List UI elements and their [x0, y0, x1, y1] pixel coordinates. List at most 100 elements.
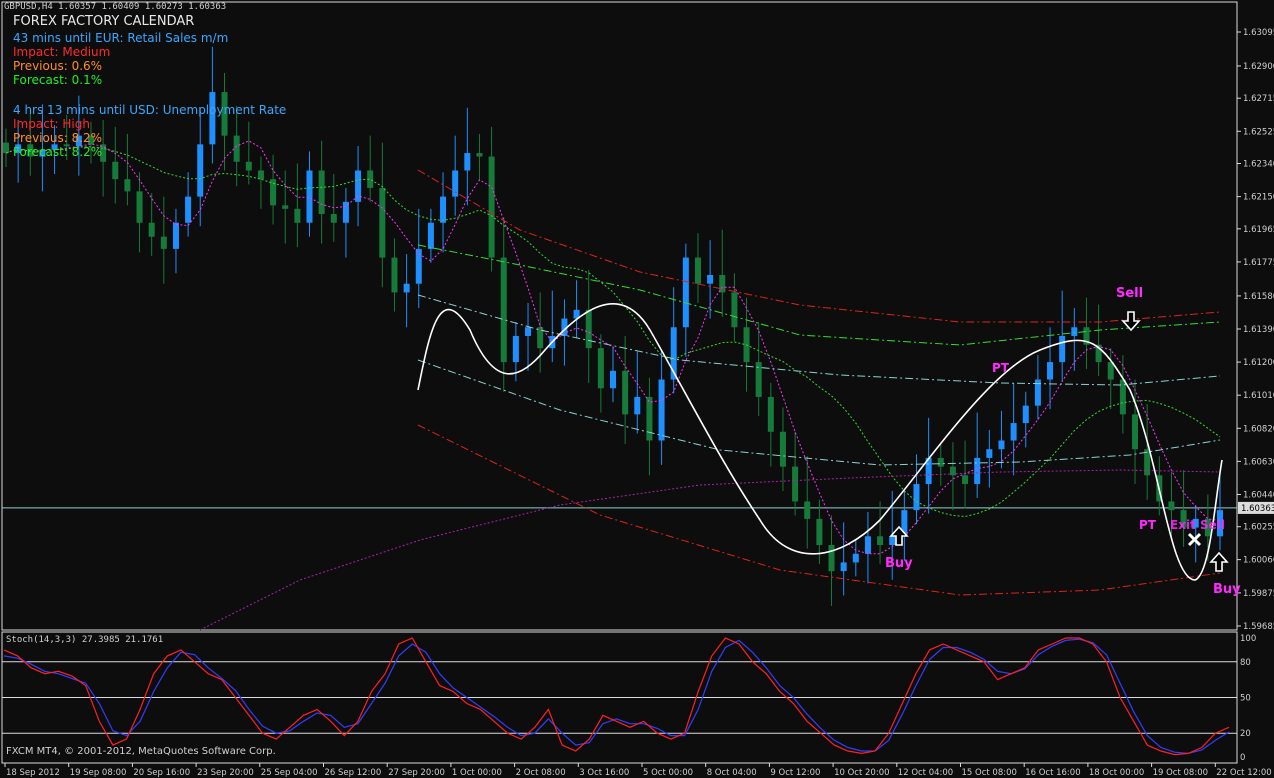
stoch-main-line	[3, 637, 1230, 756]
candle-body	[694, 257, 701, 284]
candle-body	[877, 536, 884, 545]
candle-body	[707, 275, 714, 284]
time-label: 8 Oct 04:00	[707, 768, 757, 778]
candle-body	[610, 370, 616, 389]
candle-body	[355, 170, 362, 202]
candle-body	[779, 431, 786, 467]
candle-body	[597, 348, 604, 389]
time-label: 9 Oct 12:00	[770, 768, 820, 778]
candle-body	[1047, 362, 1054, 380]
event1-forecast: Forecast: 0.1%	[13, 73, 103, 87]
candle-body	[828, 545, 835, 572]
time-label: 1 Oct 00:00	[452, 768, 502, 778]
ma-slow-line	[199, 469, 1221, 631]
time-label: 15 Oct 08:00	[962, 768, 1017, 778]
candle-body	[148, 222, 155, 237]
pt-label-2: PT	[1139, 518, 1156, 532]
candle-body	[1059, 335, 1066, 363]
time-label: 22 Oct 12:00	[1216, 768, 1271, 778]
stoch-level-label: 100	[1240, 634, 1256, 644]
current-price-label: 1.60363	[1241, 504, 1274, 514]
candle-body	[731, 292, 738, 328]
exit-cross-icon	[1187, 532, 1202, 547]
candle-body	[1022, 405, 1029, 424]
price-tick-label: 1.59685	[1243, 622, 1274, 632]
stoch-level-label: 50	[1240, 694, 1251, 704]
candle-body	[682, 257, 689, 328]
price-tick-label: 1.62900	[1243, 62, 1274, 72]
candle-body	[112, 161, 119, 180]
buy-arrow-icon	[1209, 551, 1229, 572]
candle-body	[658, 379, 665, 441]
chart-window: 1.63095 1.62900 1.62715 1.62525 1.62340 1.621…	[0, 0, 1274, 778]
calendar-title: FOREX FACTORY CALENDAR	[13, 14, 195, 29]
candle-body	[257, 170, 264, 180]
candle-body	[500, 257, 507, 363]
copyright-footer: FXCM MT4, © 2001-2012, MetaQuotes Softwa…	[6, 746, 276, 757]
candle-body	[282, 205, 289, 209]
time-label: 18 Oct 00:00	[1089, 768, 1144, 778]
candle-body	[452, 170, 459, 197]
stoch-level-label: 0	[1240, 753, 1245, 763]
candle-body	[391, 257, 398, 293]
candle-body	[427, 222, 434, 249]
event1-countdown: 43 mins until EUR: Retail Sales m/m	[13, 31, 229, 45]
candle-body	[330, 214, 337, 223]
candle-body	[840, 562, 847, 572]
channel-mid-lower-line	[417, 359, 1221, 466]
candle-body	[792, 466, 799, 502]
candle-body	[440, 196, 447, 223]
channel-upper-line	[417, 169, 1221, 323]
candle-body	[318, 170, 325, 215]
candle-body	[172, 222, 179, 249]
time-label: 2 Oct 08:00	[516, 768, 566, 778]
price-tick-label: 1.62150	[1243, 193, 1274, 203]
event1-impact: Impact: Medium	[13, 45, 111, 59]
time-label: 27 Sep 20:00	[388, 768, 445, 778]
time-label: 19 Sep 08:00	[70, 768, 127, 778]
indicator-label: Stoch(14,3,3) 27.3985 21.1761	[6, 635, 164, 645]
event2-forecast: Forecast: 8.2%	[13, 145, 103, 159]
candle-body	[294, 208, 301, 223]
candle-body	[379, 187, 386, 258]
time-label: 5 Oct 00:00	[643, 768, 693, 778]
candle-body	[1132, 414, 1139, 450]
time-label: 19 Oct 08:00	[1153, 768, 1208, 778]
price-tick-label: 1.61010	[1243, 391, 1274, 401]
candle-body	[986, 449, 993, 458]
price-tick-label: 1.62525	[1243, 127, 1274, 137]
candle-body	[197, 144, 204, 197]
candle-body	[512, 335, 519, 363]
event2-previous: Previous: 8.2%	[13, 131, 103, 145]
time-label: 23 Sep 20:00	[197, 768, 254, 778]
time-label: 12 Oct 04:00	[898, 768, 953, 778]
price-tick-label: 1.60066	[1243, 556, 1274, 566]
candle-body	[889, 536, 896, 545]
price-tick-label: 1.61390	[1243, 325, 1274, 335]
symbol-header: GBPUSD,H4 1.60357 1.60409 1.60273 1.6036…	[4, 2, 227, 12]
exit-sell-label: Exit Sell	[1170, 518, 1225, 532]
candle-body	[998, 440, 1005, 450]
candle-body	[767, 396, 774, 432]
candle-body	[3, 142, 9, 154]
stoch-level-label: 20	[1240, 729, 1251, 739]
candle-body	[233, 135, 240, 162]
candle-body	[1107, 362, 1114, 380]
candle-body	[962, 475, 969, 485]
event1-previous: Previous: 0.6%	[13, 59, 103, 73]
candle-body	[124, 179, 131, 192]
price-tick-label: 1.60630	[1243, 457, 1274, 467]
candle-body	[136, 191, 143, 223]
candle-body	[1071, 327, 1078, 336]
candle-body	[245, 161, 252, 171]
buy-signal-label-2: Buy	[1213, 582, 1241, 597]
time-label: 18 Sep 2012	[6, 768, 60, 778]
price-tick-label: 1.61775	[1243, 258, 1274, 268]
price-tick-label: 1.60255	[1243, 523, 1274, 533]
price-tick-label: 1.61965	[1243, 225, 1274, 235]
time-label: 16 Oct 16:00	[1025, 768, 1080, 778]
candle-body	[525, 327, 532, 336]
candle-body	[634, 396, 641, 415]
time-label: 26 Sep 12:00	[325, 768, 382, 778]
time-label: 10 Oct 20:00	[834, 768, 889, 778]
